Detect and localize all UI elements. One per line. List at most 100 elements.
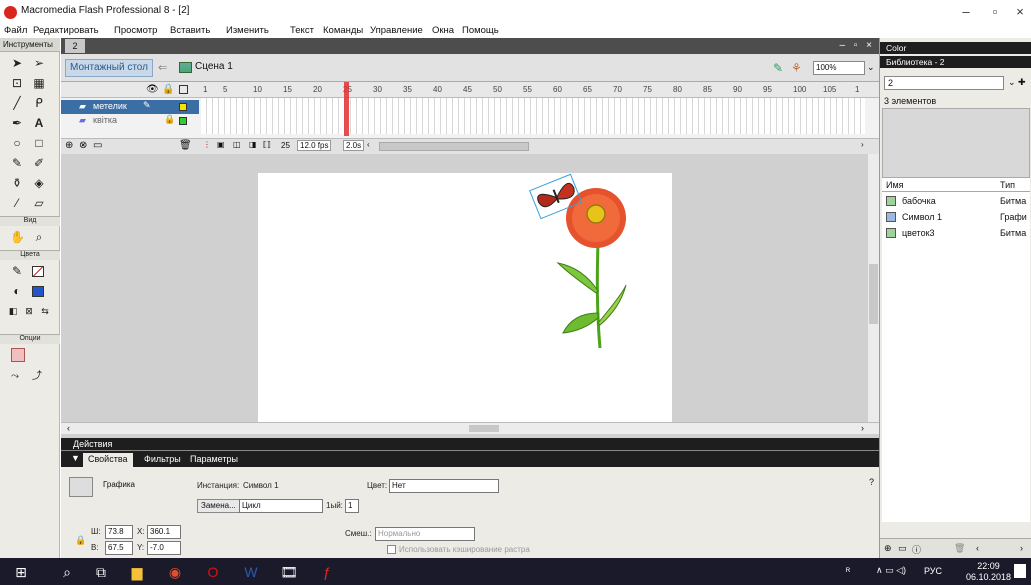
pencil-tool-icon[interactable]: ✎: [10, 156, 24, 170]
work-area[interactable]: [61, 154, 879, 438]
pin-library-icon[interactable]: ⌄ ✚: [1008, 77, 1026, 88]
hscroll-left-arrow[interactable]: ‹: [67, 423, 70, 433]
menu-help[interactable]: Помощь: [462, 25, 499, 36]
library-select[interactable]: 2: [884, 76, 1004, 90]
clock[interactable]: 22:09 06.10.2018: [966, 561, 1011, 583]
paint-bucket-icon[interactable]: ◈: [32, 176, 46, 190]
document-window-controls[interactable]: – ▫ ×: [839, 40, 875, 51]
straighten-icon[interactable]: ⤴: [30, 370, 44, 384]
tab-filters[interactable]: Фильтры: [139, 453, 186, 467]
add-folder-icon[interactable]: ▭: [93, 140, 102, 151]
center-frame-icon[interactable]: ⋮: [203, 140, 211, 149]
y-input[interactable]: -7.0: [147, 541, 181, 555]
selection-tool-icon[interactable]: ➤: [10, 56, 24, 70]
hand-tool-icon[interactable]: ✋: [10, 230, 25, 244]
menu-commands[interactable]: Команды: [323, 25, 363, 36]
list-item[interactable]: Символ 1 Графи: [882, 210, 1030, 224]
delete-layer-icon[interactable]: 🗑: [179, 140, 192, 151]
menu-modify[interactable]: Изменить: [226, 25, 269, 36]
onion-outline-icon[interactable]: ◫: [233, 140, 241, 149]
playhead[interactable]: [344, 82, 349, 136]
frame-rate[interactable]: 12.0 fps: [297, 140, 332, 151]
start-icon[interactable]: ⊞: [10, 562, 32, 582]
language-indicator[interactable]: РУС: [924, 566, 942, 576]
line-tool-icon[interactable]: ╱: [10, 96, 24, 110]
timeline-hscroll-thumb[interactable]: [379, 142, 529, 151]
snap-magnet-icon[interactable]: [11, 348, 25, 362]
edit-symbol-icon[interactable]: ⚘: [791, 61, 807, 75]
file-explorer-icon[interactable]: ▆: [126, 562, 148, 582]
menu-insert[interactable]: Вставить: [170, 25, 210, 36]
fill-color-swatch[interactable]: [32, 286, 44, 297]
cache-checkbox[interactable]: [387, 545, 396, 554]
library-panel-header[interactable]: Библиотека - 2: [880, 56, 1031, 68]
edit-scene-icon[interactable]: ✎: [773, 61, 789, 75]
menu-view[interactable]: Просмотр: [114, 25, 157, 36]
actions-panel-header[interactable]: Действия: [61, 438, 879, 450]
blend-select[interactable]: Нормально: [375, 527, 475, 541]
frame-grid[interactable]: [201, 98, 865, 134]
stroke-color-icon[interactable]: ✎: [10, 264, 24, 278]
brush-tool-icon[interactable]: ✐: [32, 156, 46, 170]
back-arrow-icon[interactable]: ⇐: [158, 61, 174, 75]
system-tray-icons[interactable]: ∧ ▭ ◁): [876, 565, 906, 576]
menu-control[interactable]: Управление: [370, 25, 423, 36]
help-icon[interactable]: ?: [869, 477, 874, 487]
width-input[interactable]: 73.8: [105, 525, 133, 539]
no-color-icon[interactable]: ⊠: [22, 304, 36, 318]
stage-horizontal-scrollbar[interactable]: ‹ ›: [61, 422, 879, 434]
color-select[interactable]: Нет: [389, 479, 499, 493]
zoom-dropdown-icon[interactable]: ⌄: [867, 62, 875, 73]
pen-tool-icon[interactable]: ✒: [10, 116, 24, 130]
task-view-icon[interactable]: ⧉: [90, 562, 112, 582]
loop-select[interactable]: Цикл: [239, 499, 323, 513]
smooth-icon[interactable]: ⤳: [8, 370, 22, 384]
stage-vertical-scrollbar[interactable]: [868, 154, 879, 422]
fill-transform-icon[interactable]: ▦: [32, 76, 46, 90]
timeline-toggle-button[interactable]: Монтажный стол: [65, 59, 153, 77]
document-tab[interactable]: 2: [65, 39, 85, 53]
eyedropper-icon[interactable]: ⁄: [10, 196, 24, 210]
type-select[interactable]: Графика: [101, 479, 191, 493]
menu-file[interactable]: Файл: [4, 25, 27, 36]
hscroll-right-arrow[interactable]: ›: [861, 423, 864, 433]
chrome-icon[interactable]: ◉: [164, 562, 186, 582]
stroke-color-swatch[interactable]: [32, 266, 44, 277]
scroll-left-icon[interactable]: ‹: [976, 543, 979, 553]
hscroll-thumb[interactable]: [469, 425, 499, 432]
add-guide-icon[interactable]: ⊗: [79, 140, 87, 151]
lock-proportions-icon[interactable]: 🔒: [75, 535, 86, 546]
oval-tool-icon[interactable]: ○: [10, 136, 24, 150]
layer-color-icon[interactable]: [179, 103, 187, 111]
black-white-icon[interactable]: ◧: [6, 304, 20, 318]
modify-markers-icon[interactable]: ⟦⟧: [263, 140, 271, 149]
zoom-select[interactable]: 100%: [813, 61, 865, 75]
movie-maker-icon[interactable]: 🎞: [278, 562, 300, 582]
lasso-tool-icon[interactable]: ᑭ: [32, 96, 46, 110]
menu-edit[interactable]: Редактировать: [33, 25, 99, 36]
eraser-tool-icon[interactable]: ▱: [32, 196, 46, 210]
minimize-button[interactable]: –: [951, 3, 981, 21]
properties-icon[interactable]: ⓘ: [912, 543, 921, 556]
text-tool-icon[interactable]: A: [32, 116, 46, 130]
new-folder-icon[interactable]: ▭: [898, 543, 907, 554]
scroll-right-icon[interactable]: ›: [861, 140, 864, 149]
menu-text[interactable]: Текст: [290, 25, 314, 36]
subselection-tool-icon[interactable]: ➢: [32, 56, 46, 70]
close-button[interactable]: ×: [1005, 3, 1031, 21]
layer-row[interactable]: ▰ квітка 🔒: [61, 114, 199, 128]
free-transform-icon[interactable]: ⊡: [10, 76, 24, 90]
x-input[interactable]: 360.1: [147, 525, 181, 539]
scroll-left-icon[interactable]: ‹: [367, 140, 370, 149]
scroll-right-icon[interactable]: ›: [1020, 543, 1023, 553]
lock-all-icon[interactable]: 🔒: [162, 84, 174, 95]
delete-item-icon[interactable]: 🗑: [954, 543, 965, 554]
frame-ruler[interactable]: 1 5 10 15 20 25 30 35 40 45 50 55 60 65 …: [201, 82, 865, 98]
word-icon[interactable]: W: [240, 562, 262, 582]
ink-bottle-icon[interactable]: ⚱: [10, 176, 24, 190]
add-layer-icon[interactable]: ⊕: [65, 140, 73, 151]
vscroll-thumb[interactable]: [869, 264, 878, 324]
column-name[interactable]: Имя: [886, 180, 904, 190]
layer-row[interactable]: ▰ метелик ✎: [61, 100, 199, 114]
flash-taskbar-icon[interactable]: ƒ: [316, 562, 338, 582]
